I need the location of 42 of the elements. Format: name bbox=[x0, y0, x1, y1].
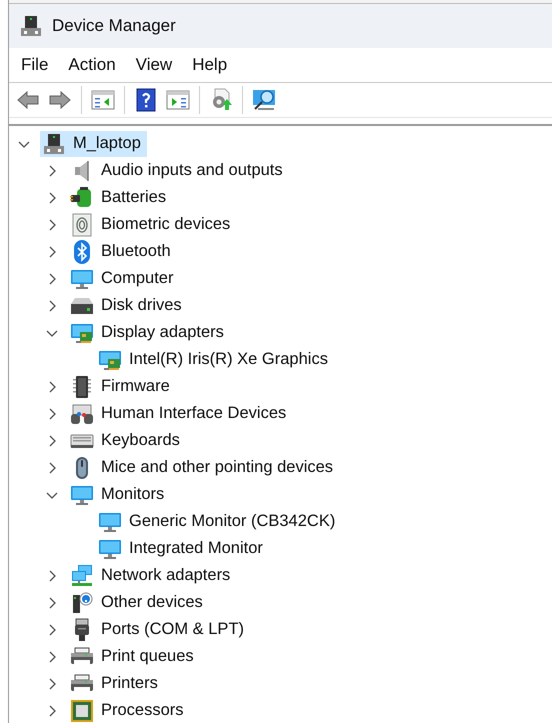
menu-item[interactable]: Help bbox=[182, 53, 238, 77]
computer-icon bbox=[42, 132, 66, 156]
unknown-device-icon bbox=[70, 590, 94, 614]
tree-item[interactable]: Keyboards bbox=[68, 428, 186, 454]
tree-item[interactable]: Audio inputs and outputs bbox=[68, 158, 289, 184]
tree-item[interactable]: Other devices bbox=[68, 590, 209, 616]
chip-icon bbox=[70, 374, 94, 398]
tree-item[interactable]: Generic Monitor (CB342CK) bbox=[96, 508, 342, 534]
processor-chip-icon bbox=[70, 698, 94, 722]
tree-item[interactable]: Batteries bbox=[68, 184, 172, 210]
network-icon bbox=[70, 564, 94, 588]
menu-item[interactable]: View bbox=[126, 53, 182, 77]
tree-item[interactable]: Network adapters bbox=[68, 562, 236, 588]
forward-arrow-icon[interactable] bbox=[48, 88, 72, 112]
keyboard-and-gamepad-icon bbox=[70, 402, 94, 426]
tree-item[interactable]: Intel(R) Iris(R) Xe Graphics bbox=[96, 346, 334, 372]
pane-window-icon[interactable] bbox=[166, 88, 190, 112]
monitor-with-magnifier-icon[interactable] bbox=[252, 88, 276, 112]
window-title: Device Manager bbox=[52, 16, 176, 36]
menu-item[interactable]: File bbox=[11, 53, 58, 77]
fingerprint-icon bbox=[70, 212, 94, 236]
tree-item[interactable]: Mice and other pointing devices bbox=[68, 454, 340, 480]
tree-item[interactable]: Ports (COM & LPT) bbox=[68, 616, 250, 642]
tree-item[interactable]: Human Interface Devices bbox=[68, 400, 292, 426]
tree-item[interactable]: Bluetooth bbox=[68, 238, 177, 264]
help-icon[interactable] bbox=[134, 88, 158, 112]
tree-item[interactable]: Monitors bbox=[68, 482, 170, 508]
tree-item[interactable]: Disk drives bbox=[68, 292, 188, 318]
back-arrow-icon[interactable] bbox=[16, 88, 40, 112]
tree-item[interactable]: Biometric devices bbox=[68, 212, 236, 238]
tree-item[interactable]: Computer bbox=[68, 266, 180, 292]
tree-item[interactable]: Integrated Monitor bbox=[96, 536, 269, 562]
menu-item[interactable]: Action bbox=[58, 53, 126, 77]
app-icon bbox=[19, 14, 43, 38]
tree-item[interactable]: Firmware bbox=[68, 374, 176, 400]
tree-item[interactable]: Print queues bbox=[68, 644, 200, 670]
pane-window-icon[interactable] bbox=[91, 88, 115, 112]
tree-item[interactable]: Printers bbox=[68, 670, 164, 696]
tree-item[interactable]: Processors bbox=[68, 698, 190, 723]
tree-item[interactable]: Display adapters bbox=[68, 320, 230, 346]
tree-item[interactable]: M_laptop bbox=[40, 130, 147, 156]
battery-icon bbox=[70, 186, 94, 210]
